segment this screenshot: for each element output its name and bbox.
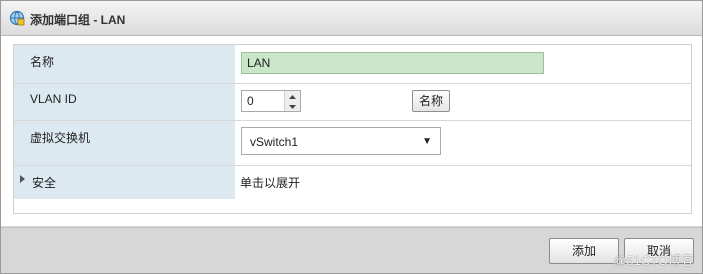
vswitch-label: 虚拟交换机	[30, 131, 91, 145]
vlan-label-cell: VLAN ID	[14, 84, 235, 120]
dialog-titlebar: 添加端口组 - LAN	[1, 1, 702, 36]
chevron-down-icon	[289, 105, 296, 109]
dropdown-arrow-icon: ▼	[422, 136, 432, 147]
security-row[interactable]: 安全 单击以展开	[14, 166, 691, 199]
stepper-down-button[interactable]	[285, 101, 300, 111]
vswitch-row: 虚拟交换机 vSwitch1 ▼	[14, 121, 691, 166]
add-port-group-dialog: 添加端口组 - LAN 名称 LAN VLAN ID 0 名称 虚拟交换机 vS…	[0, 0, 703, 274]
vlan-name-button[interactable]: 名称	[412, 90, 450, 112]
vlan-id-stepper[interactable]: 0	[241, 90, 301, 112]
name-input[interactable]: LAN	[241, 52, 544, 74]
security-label: 安全	[32, 176, 57, 190]
vlan-label: VLAN ID	[30, 92, 77, 106]
add-button[interactable]: 添加	[549, 238, 619, 264]
dialog-footer: 添加 取消 @51CTO博客	[1, 227, 702, 273]
port-group-form: 名称 LAN VLAN ID 0 名称 虚拟交换机 vSwitch1 ▼ 安全 …	[13, 44, 692, 214]
vlan-id-value: 0	[247, 94, 254, 108]
name-label-cell: 名称	[14, 45, 235, 83]
security-label-cell[interactable]: 安全	[14, 166, 235, 199]
vswitch-select[interactable]: vSwitch1 ▼	[241, 127, 441, 155]
dialog-title: 添加端口组 - LAN	[30, 13, 126, 27]
security-expand-hint[interactable]: 单击以展开	[240, 174, 300, 191]
vswitch-label-cell: 虚拟交换机	[14, 121, 235, 165]
vlan-row: VLAN ID 0 名称	[14, 84, 691, 121]
vswitch-selected-value: vSwitch1	[250, 135, 299, 149]
name-label: 名称	[30, 55, 55, 69]
expand-triangle-icon[interactable]	[20, 175, 25, 183]
network-icon	[9, 10, 25, 26]
name-row: 名称 LAN	[14, 45, 691, 84]
watermark: @51CTO博客	[613, 253, 694, 268]
dialog-body: 名称 LAN VLAN ID 0 名称 虚拟交换机 vSwitch1 ▼ 安全 …	[1, 36, 702, 226]
